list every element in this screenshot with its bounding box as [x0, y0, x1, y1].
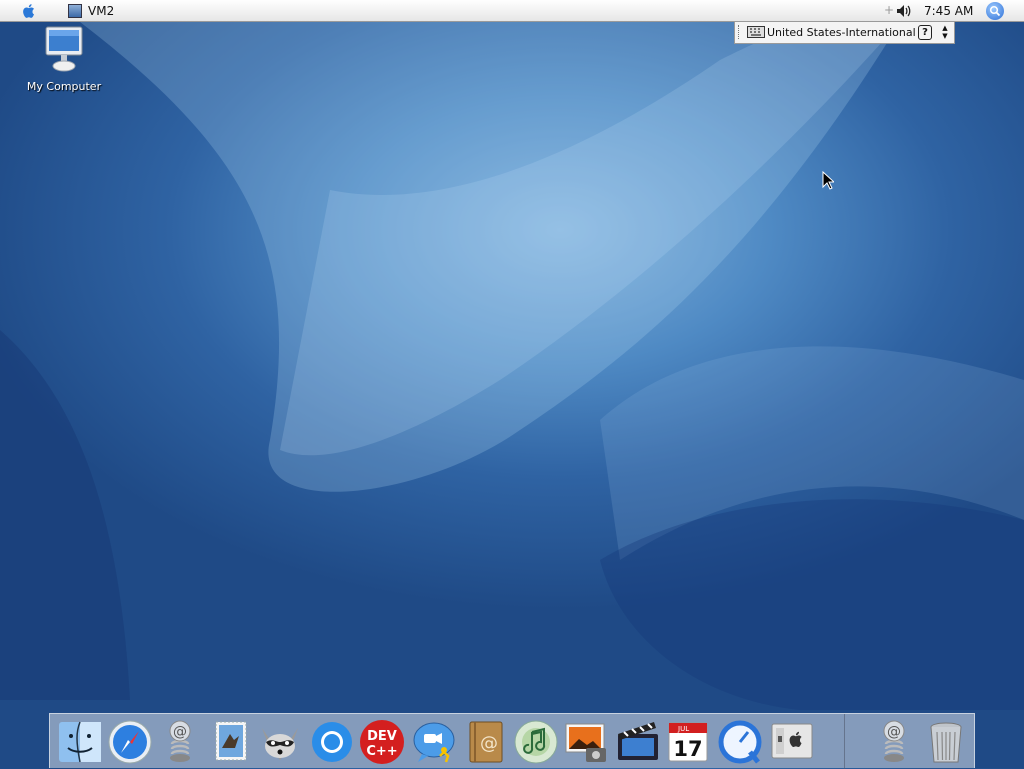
- vm-app-icon: [68, 4, 82, 18]
- my-computer-label: My Computer: [26, 80, 102, 93]
- menu-bar: VM2 + 7:45 AM: [0, 0, 1024, 22]
- safari-icon[interactable]: [106, 718, 154, 766]
- menu-clock[interactable]: 7:45 AM: [924, 4, 973, 18]
- input-source-label[interactable]: United States-International: [767, 26, 916, 39]
- mouse-cursor-icon: [822, 171, 834, 190]
- trash-icon[interactable]: [922, 718, 970, 766]
- app-menu-name[interactable]: VM2: [88, 4, 114, 18]
- raccoon-icon[interactable]: [256, 718, 304, 766]
- address-at-sign: @: [480, 733, 498, 754]
- dev-cpp-icon[interactable]: DEV C++: [358, 718, 406, 766]
- volume-icon[interactable]: [895, 3, 913, 19]
- input-menu-grip[interactable]: [738, 25, 741, 39]
- dev-text-bottom: C++: [366, 744, 397, 759]
- svg-text:@: @: [173, 724, 187, 740]
- chrome-icon[interactable]: [308, 718, 356, 766]
- mail-stamp-icon[interactable]: [206, 718, 254, 766]
- mail-spring-icon[interactable]: @: [156, 718, 204, 766]
- input-menu-popup[interactable]: United States-International ? ▲▼: [734, 22, 955, 44]
- my-computer-desktop-icon[interactable]: My Computer: [24, 26, 104, 93]
- calendar-day: 17: [673, 737, 702, 761]
- dev-text-top: DEV: [367, 729, 397, 744]
- finder-icon[interactable]: [56, 718, 104, 766]
- desktop-wallpaper: [0, 22, 1024, 710]
- monitor-icon: [45, 26, 83, 72]
- iphoto-icon[interactable]: [562, 718, 610, 766]
- ichat-icon[interactable]: [410, 718, 458, 766]
- address-book-icon[interactable]: @: [462, 718, 510, 766]
- input-menu-arrows[interactable]: ▲▼: [941, 24, 949, 40]
- ical-icon[interactable]: JUL 17: [664, 718, 712, 766]
- imovie-icon[interactable]: [614, 718, 662, 766]
- menu-extra-plus: +: [884, 3, 895, 17]
- svg-text:@: @: [887, 724, 901, 740]
- keyboard-icon: [747, 26, 765, 38]
- apple-menu-icon[interactable]: [20, 2, 38, 20]
- spotlight-icon[interactable]: [986, 2, 1004, 20]
- mail-spring-2-icon[interactable]: @: [870, 718, 918, 766]
- calendar-month: JUL: [677, 725, 689, 733]
- itunes-icon[interactable]: [512, 718, 560, 766]
- system-preferences-icon[interactable]: [768, 718, 816, 766]
- help-icon[interactable]: ?: [918, 25, 932, 40]
- dock-separator: [844, 714, 845, 769]
- quicktime-icon[interactable]: [716, 718, 764, 766]
- dock: @ DEV C++ @ JUL 17 @: [49, 713, 975, 769]
